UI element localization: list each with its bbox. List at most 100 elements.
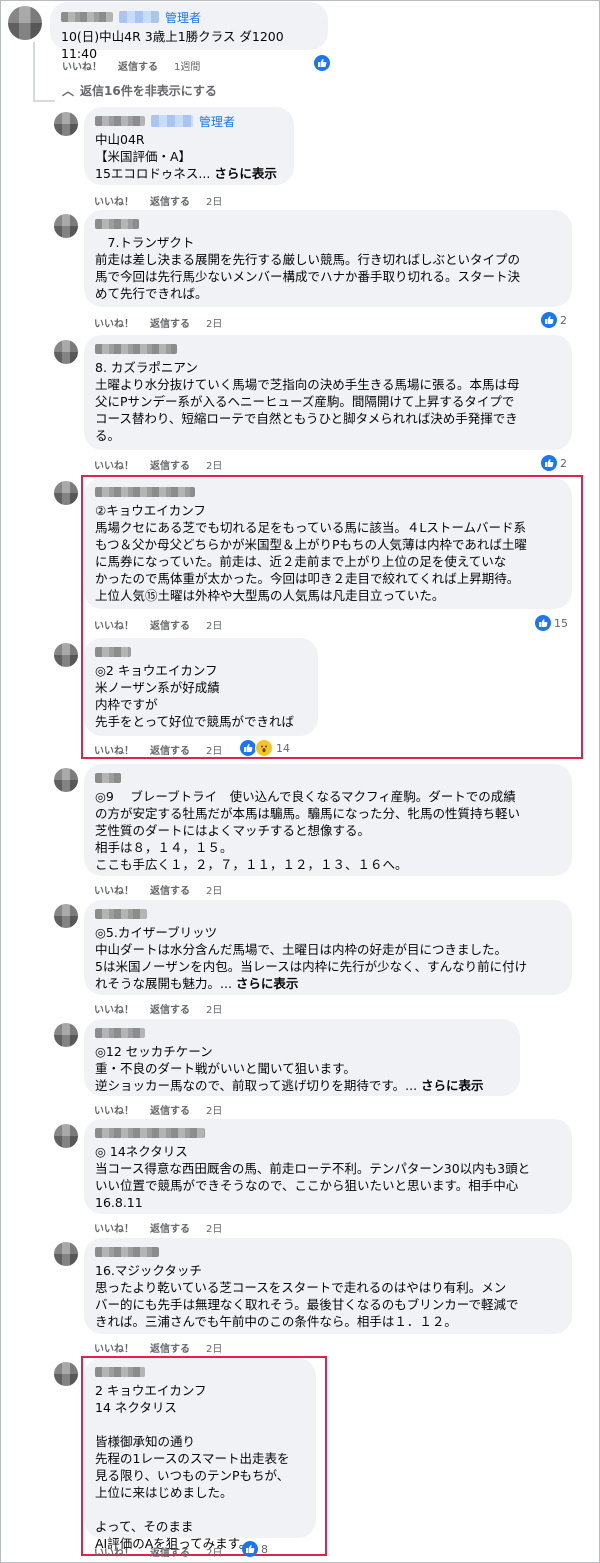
page-name-highlight[interactable] bbox=[119, 11, 159, 23]
author-name[interactable] bbox=[95, 344, 177, 354]
like-link[interactable]: いいね！ bbox=[94, 461, 134, 472]
reply-link[interactable]: 返信する bbox=[150, 886, 190, 897]
comment-text: 16.マジックタッチ 思ったより乾いている芝コースをスタートで走れるのはやはり有… bbox=[95, 1263, 519, 1329]
comment-text: ◎9 ブレーブトライ 使い込んで良くなるマクフィ産駒。ダートでの成績 の方が安定… bbox=[95, 789, 521, 872]
avatar[interactable] bbox=[54, 768, 78, 792]
like-link[interactable]: いいね！ bbox=[94, 886, 134, 897]
reply-link[interactable]: 返信する bbox=[118, 62, 158, 73]
reaction-count[interactable]: 14 bbox=[240, 739, 290, 757]
author-name[interactable] bbox=[95, 773, 121, 783]
reply-link[interactable]: 返信する bbox=[150, 1344, 190, 1355]
timestamp[interactable]: 2日 bbox=[206, 319, 222, 330]
reply-link[interactable]: 返信する bbox=[150, 1005, 190, 1016]
timestamp[interactable]: 2日 bbox=[206, 1548, 222, 1559]
comment-text: ◎ 14ネクタリス 当コース得意な西田厩舎の馬、前走ローテ不利。テンパターン30… bbox=[95, 1144, 531, 1210]
like-link[interactable]: いいね！ bbox=[94, 1344, 134, 1355]
like-link[interactable]: いいね！ bbox=[94, 621, 134, 632]
timestamp[interactable]: 2日 bbox=[206, 1344, 222, 1355]
timestamp[interactable]: 2日 bbox=[206, 621, 222, 632]
timestamp[interactable]: 2日 bbox=[206, 197, 222, 208]
reply-link[interactable]: 返信する bbox=[150, 461, 190, 472]
avatar[interactable] bbox=[54, 481, 78, 505]
comment-actions: いいね！ 返信する 2日 bbox=[94, 1102, 222, 1117]
like-link[interactable]: いいね！ bbox=[94, 319, 134, 330]
comment-actions: いいね！ 返信する 1週間 bbox=[62, 58, 200, 73]
reply-bubble: ◎5.カイザーブリッツ 中山ダートは水分含んだ馬場で、土曜日は内枠の好走が目につ… bbox=[84, 900, 572, 995]
avatar[interactable] bbox=[54, 1023, 78, 1047]
reaction-count[interactable]: 2 bbox=[541, 312, 567, 328]
like-link[interactable]: いいね！ bbox=[94, 1005, 134, 1016]
reply-bubble: ②キョウエイカンフ 馬場クセにある芝でも切れる足をもっている馬に該当。４Lストー… bbox=[84, 478, 572, 609]
comment-actions: いいね！ 返信する 2日 bbox=[94, 193, 222, 208]
like-reaction-icon bbox=[242, 1541, 258, 1557]
avatar[interactable] bbox=[54, 643, 78, 667]
timestamp[interactable]: 2日 bbox=[206, 1106, 222, 1117]
timestamp[interactable]: 2日 bbox=[206, 886, 222, 897]
reply-bubble: ◎ 14ネクタリス 当コース得意な西田厩舎の馬、前走ローテ不利。テンパターン30… bbox=[84, 1119, 572, 1214]
like-reaction-icon bbox=[240, 740, 256, 756]
timestamp[interactable]: 1週間 bbox=[174, 62, 200, 73]
like-link[interactable]: いいね！ bbox=[94, 746, 134, 757]
avatar[interactable] bbox=[54, 112, 78, 136]
reply-thread-line bbox=[33, 100, 55, 102]
author-name[interactable] bbox=[61, 12, 113, 22]
comment-text: ◎5.カイザーブリッツ 中山ダートは水分含んだ馬場で、土曜日は内枠の好走が目につ… bbox=[95, 925, 528, 991]
reply-link[interactable]: 返信する bbox=[150, 1106, 190, 1117]
see-more-link[interactable]: さらに表示 bbox=[421, 1078, 484, 1093]
comment-actions: いいね！ 返信する 2日 bbox=[94, 882, 222, 897]
author-name[interactable] bbox=[95, 1128, 205, 1138]
comment-actions: いいね！ 返信する 2日 bbox=[94, 1001, 222, 1016]
reply-link[interactable]: 返信する bbox=[150, 621, 190, 632]
comment-text: 10(日)中山4R 3歳上1勝クラス ダ1200 11:40 bbox=[61, 29, 288, 61]
author-name[interactable] bbox=[95, 1247, 159, 1257]
author-name[interactable] bbox=[95, 1028, 145, 1038]
author-name[interactable] bbox=[95, 219, 139, 229]
author-name[interactable] bbox=[95, 487, 195, 497]
author-name[interactable] bbox=[95, 647, 131, 657]
comment-text: 中山04R 【米国評価・A】 15エコロドゥネス... さらに表示 bbox=[95, 132, 277, 181]
avatar[interactable] bbox=[54, 904, 78, 928]
reply-link[interactable]: 返信する bbox=[150, 319, 190, 330]
reaction-count[interactable]: 2 bbox=[541, 455, 567, 471]
see-more-link[interactable]: さらに表示 bbox=[214, 166, 277, 181]
hide-replies-toggle[interactable]: ︿ 返信16件を非表示にする bbox=[62, 82, 217, 99]
reply-bubble: ◎2 キョウエイカンフ 米ノーザン系が好成績 内枠ですが 先手をとって好位で競馬… bbox=[84, 638, 318, 736]
timestamp[interactable]: 2日 bbox=[206, 1005, 222, 1016]
like-link[interactable]: いいね！ bbox=[94, 1224, 134, 1235]
avatar[interactable] bbox=[54, 214, 78, 238]
avatar[interactable] bbox=[54, 1124, 78, 1148]
reply-link[interactable]: 返信する bbox=[150, 746, 190, 757]
comment-actions: いいね！ 返信する 2日 bbox=[94, 457, 222, 472]
author-name[interactable] bbox=[95, 116, 145, 126]
like-link[interactable]: いいね！ bbox=[94, 197, 134, 208]
page-name-highlight[interactable] bbox=[151, 115, 193, 127]
see-more-link[interactable]: さらに表示 bbox=[236, 976, 299, 991]
comment-actions: いいね！ 返信する 2日 bbox=[94, 1544, 222, 1559]
like-link[interactable]: いいね！ bbox=[62, 62, 102, 73]
author-name[interactable] bbox=[95, 909, 147, 919]
like-reaction-icon bbox=[541, 312, 557, 328]
reaction-count[interactable]: 15 bbox=[535, 615, 568, 631]
like-reaction-icon bbox=[535, 615, 551, 631]
author-name[interactable] bbox=[95, 1367, 145, 1377]
avatar[interactable] bbox=[54, 1362, 78, 1386]
avatar[interactable] bbox=[54, 340, 78, 364]
avatar[interactable] bbox=[54, 1242, 78, 1266]
like-reaction-icon bbox=[541, 455, 557, 471]
timestamp[interactable]: 2日 bbox=[206, 461, 222, 472]
reply-link[interactable]: 返信する bbox=[150, 1224, 190, 1235]
comment-text: ◎12 セッカチケーン 重・不良のダート戦がいいと聞いて狙います。 逆ショッカー… bbox=[95, 1044, 484, 1093]
reply-bubble: ◎9 ブレーブトライ 使い込んで良くなるマクフィ産駒。ダートでの成績 の方が安定… bbox=[84, 764, 572, 876]
reply-link[interactable]: 返信する bbox=[150, 197, 190, 208]
reaction-count[interactable]: 8 bbox=[242, 1541, 268, 1557]
like-link[interactable]: いいね！ bbox=[94, 1548, 134, 1559]
comment-bubble: 管理者 10(日)中山4R 3歳上1勝クラス ダ1200 11:40 bbox=[50, 2, 328, 61]
reply-link[interactable]: 返信する bbox=[150, 1548, 190, 1559]
comment-text: 7.トランザクト 前走は差し決まる展開を先行する厳しい競馬。行き切ればしぶといタ… bbox=[95, 235, 521, 301]
avatar[interactable] bbox=[8, 6, 42, 40]
timestamp[interactable]: 2日 bbox=[206, 746, 222, 757]
reaction-count[interactable] bbox=[314, 55, 330, 71]
thread-line bbox=[33, 42, 35, 102]
like-link[interactable]: いいね！ bbox=[94, 1106, 134, 1117]
timestamp[interactable]: 2日 bbox=[206, 1224, 222, 1235]
